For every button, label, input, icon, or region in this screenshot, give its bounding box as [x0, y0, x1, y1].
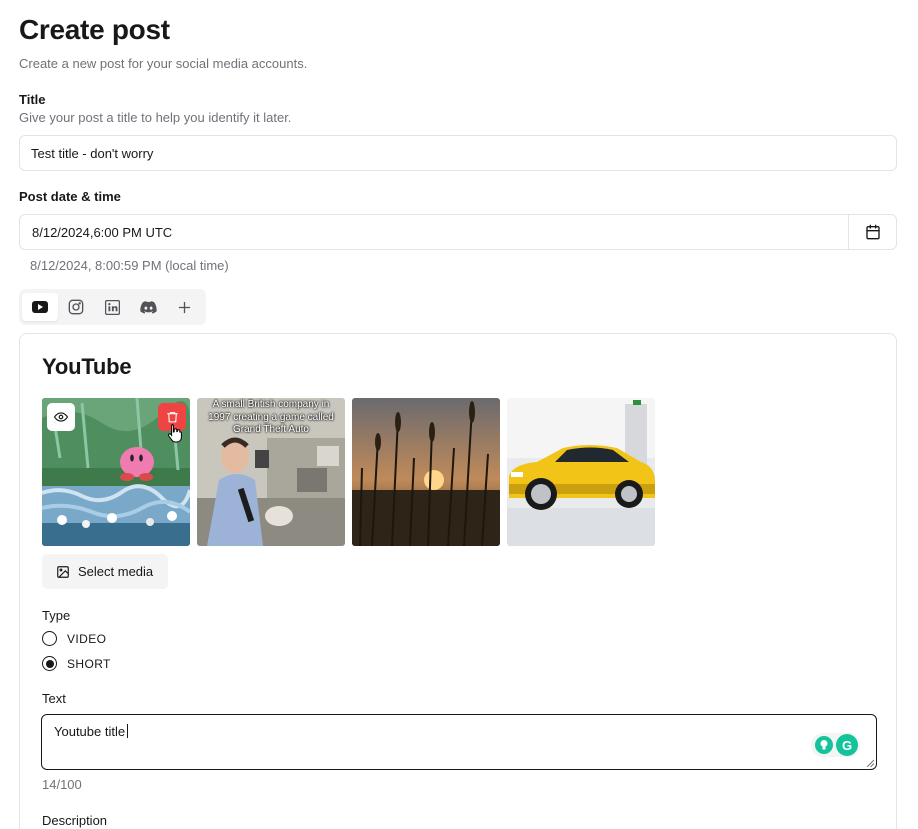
page-subtitle: Create a new post for your social media … — [19, 56, 308, 71]
delete-media-button[interactable] — [158, 403, 186, 431]
calendar-icon — [865, 224, 880, 240]
calendar-button[interactable] — [848, 215, 896, 249]
text-textarea[interactable]: Youtube title G — [41, 714, 877, 770]
youtube-card: YouTube A small British company in 1997 … — [19, 333, 897, 829]
tab-discord[interactable] — [130, 293, 166, 321]
media-thumbnail-car — [507, 398, 655, 546]
plus-icon — [178, 301, 190, 313]
page-title: Create post — [19, 14, 170, 45]
media-tile[interactable] — [352, 398, 500, 546]
media-tile[interactable] — [507, 398, 655, 546]
char-counter: 14/100 — [42, 777, 82, 792]
image-icon — [57, 565, 69, 578]
linkedin-icon — [104, 299, 120, 315]
post-date-field: 8/12/2024,6:00 PM UTC — [19, 214, 897, 250]
trash-icon — [166, 412, 178, 423]
preview-media-button[interactable] — [47, 403, 75, 431]
post-date-input[interactable]: 8/12/2024,6:00 PM UTC — [20, 215, 848, 249]
media-tile[interactable]: A small British company in 1997 creating… — [197, 398, 345, 546]
youtube-card-title: YouTube — [42, 354, 132, 379]
eye-icon — [54, 412, 68, 422]
post-date-label: Post date & time — [19, 189, 121, 204]
tab-add-platform[interactable] — [166, 293, 202, 321]
text-label: Text — [42, 691, 66, 706]
platform-tabs — [19, 289, 206, 325]
grammarly-icon[interactable]: G — [836, 734, 858, 756]
type-option-label: SHORT — [67, 656, 111, 671]
media-caption: A small British company in 1997 creating… — [208, 399, 334, 435]
text-value: Youtube title — [54, 724, 126, 739]
tab-youtube[interactable] — [22, 293, 58, 321]
type-label: Type — [42, 608, 71, 623]
local-time-text: 8/12/2024, 8:00:59 PM (local time) — [30, 258, 229, 273]
select-media-label: Select media — [78, 564, 154, 579]
type-option-label: VIDEO — [67, 631, 107, 646]
instagram-icon — [68, 299, 84, 315]
radio-button[interactable] — [42, 631, 57, 646]
discord-icon — [139, 300, 157, 314]
resize-handle-icon[interactable] — [866, 759, 874, 767]
description-label: Description — [42, 813, 108, 828]
tab-instagram[interactable] — [58, 293, 94, 321]
lightbulb-icon[interactable] — [815, 736, 833, 754]
media-gallery: A small British company in 1997 creating… — [42, 398, 655, 546]
tab-linkedin[interactable] — [94, 293, 130, 321]
title-help-text: Give your post a title to help you ident… — [19, 110, 292, 125]
type-option-video[interactable]: VIDEO — [42, 631, 106, 646]
media-thumbnail-sunset — [352, 398, 500, 546]
title-label: Title — [19, 92, 46, 107]
youtube-icon — [32, 301, 48, 313]
title-input[interactable] — [19, 135, 897, 171]
select-media-button[interactable]: Select media — [42, 554, 169, 589]
radio-button-selected[interactable] — [42, 656, 57, 671]
media-tile[interactable] — [42, 398, 190, 546]
type-option-short[interactable]: SHORT — [42, 656, 111, 671]
grammarly-widget[interactable]: G — [811, 733, 860, 757]
